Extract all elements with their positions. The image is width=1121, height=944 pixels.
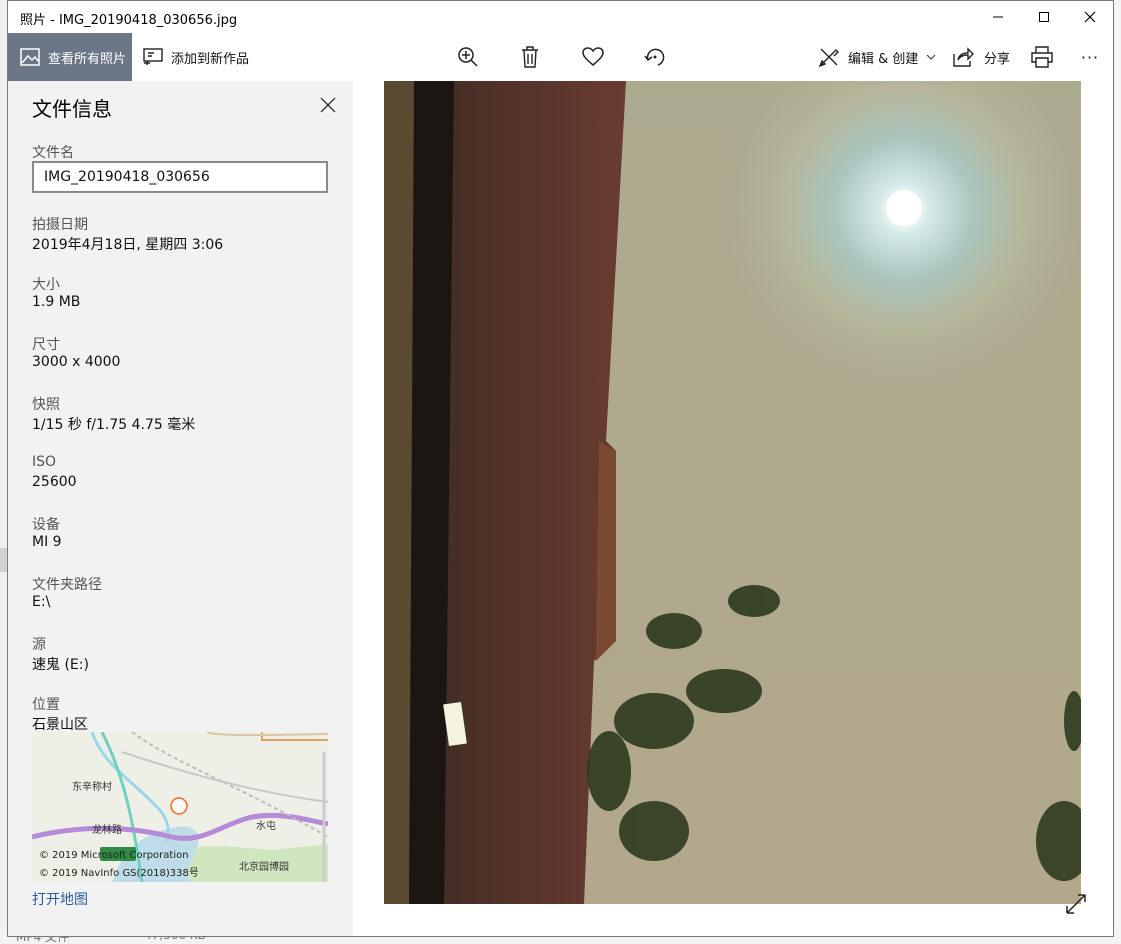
- expand-icon[interactable]: [1065, 893, 1087, 915]
- close-icon[interactable]: [320, 97, 336, 113]
- maximize-icon: [1039, 12, 1049, 22]
- location-label: 位置: [32, 697, 60, 713]
- more-icon: ···: [1080, 47, 1100, 67]
- file-info-panel: 文件信息 文件名 拍摄日期 2019年4月18日, 星期四 3:06 大小 1.…: [8, 81, 353, 936]
- print-button[interactable]: [1028, 43, 1056, 71]
- shot-value: 1/15 秒 f/1.75 4.75 毫米: [32, 417, 196, 433]
- map-copyright-navinfo: © 2019 NavInfo GS(2018)338号: [39, 868, 199, 879]
- minimize-button[interactable]: [975, 1, 1021, 33]
- photos-window: 照片 - IMG_20190418_030656.jpg 查看所有照片 添加到新…: [7, 0, 1114, 937]
- device-label: 设备: [32, 517, 60, 533]
- map-label-place4: 北京园博园: [239, 862, 289, 873]
- edit-create-label: 编辑 & 创建: [848, 51, 919, 67]
- photo-content: [384, 81, 1081, 904]
- location-map[interactable]: 东辛称村 龙林路 水屯 北京园博园 © 2019 Microsoft Corpo…: [32, 732, 328, 882]
- view-all-photos-button[interactable]: 查看所有照片: [8, 33, 132, 81]
- source-value: 速鬼 (E:): [32, 657, 89, 673]
- view-all-photos-label: 查看所有照片: [48, 51, 127, 67]
- rotate-button[interactable]: [641, 43, 669, 71]
- print-icon: [1031, 46, 1053, 68]
- open-map-link[interactable]: 打开地图: [32, 889, 88, 909]
- add-to-creation-label: 添加到新作品: [171, 51, 250, 67]
- photo-image[interactable]: [384, 81, 1081, 904]
- add-to-icon: [143, 48, 163, 65]
- delete-icon: [522, 46, 538, 68]
- filename-label: 文件名: [32, 145, 74, 161]
- folder-label: 文件夹路径: [32, 577, 102, 593]
- share-label: 分享: [984, 51, 1011, 67]
- dimensions-label: 尺寸: [32, 337, 60, 353]
- iso-label: ISO: [32, 454, 57, 470]
- folder-value: E:\: [32, 594, 51, 610]
- close-icon: [1084, 11, 1096, 23]
- maximize-button[interactable]: [1021, 1, 1067, 33]
- rotate-icon: [644, 48, 665, 66]
- image-icon: [20, 48, 40, 66]
- delete-button[interactable]: [516, 43, 544, 71]
- device-value: MI 9: [32, 534, 62, 550]
- size-value: 1.9 MB: [32, 294, 81, 310]
- date-value: 2019年4月18日, 星期四 3:06: [32, 237, 224, 253]
- heart-icon: [582, 47, 604, 66]
- size-label: 大小: [32, 277, 60, 293]
- zoom-button[interactable]: [454, 43, 482, 71]
- favorite-button[interactable]: [579, 43, 607, 71]
- share-button[interactable]: 分享: [952, 33, 1010, 81]
- zoom-in-icon: [458, 47, 478, 67]
- shot-label: 快照: [32, 397, 60, 413]
- edit-create-button[interactable]: 编辑 & 创建: [818, 33, 936, 81]
- date-label: 拍摄日期: [32, 217, 88, 233]
- map-copyright-microsoft: © 2019 Microsoft Corporation: [39, 850, 189, 861]
- close-window-button[interactable]: [1067, 1, 1113, 33]
- title-bar: 照片 - IMG_20190418_030656.jpg: [8, 1, 1113, 33]
- panel-title: 文件信息: [32, 97, 112, 121]
- minimize-icon: [993, 16, 1003, 18]
- edit-icon: [818, 48, 839, 68]
- window-title: 照片 - IMG_20190418_030656.jpg: [20, 13, 238, 28]
- more-button[interactable]: ···: [1076, 43, 1104, 71]
- share-icon: [953, 47, 974, 67]
- chevron-down-icon: [926, 54, 936, 60]
- map-label-place3: 水屯: [256, 821, 276, 832]
- iso-value: 25600: [32, 474, 77, 490]
- toolbar: 查看所有照片 添加到新作品 编辑 & 创建 分享 ···: [8, 33, 1113, 81]
- background-edge-right: [1114, 0, 1121, 944]
- dimensions-value: 3000 x 4000: [32, 354, 121, 370]
- source-label: 源: [32, 637, 46, 653]
- location-value: 石景山区: [32, 717, 88, 733]
- add-to-creation-button[interactable]: 添加到新作品: [143, 33, 249, 81]
- filename-field[interactable]: [32, 161, 328, 193]
- map-label-road: 龙林路: [92, 825, 122, 836]
- map-label-place1: 东辛称村: [72, 782, 112, 793]
